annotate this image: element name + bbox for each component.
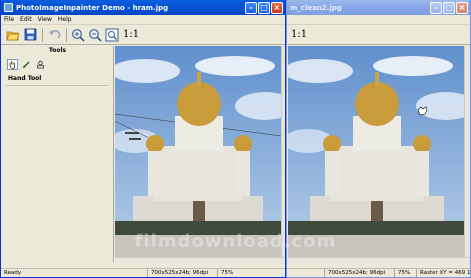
save-disk-icon[interactable]: [22, 27, 38, 43]
maximize-button[interactable]: □: [258, 1, 270, 14]
minimize-button[interactable]: –: [245, 1, 257, 14]
status-bar: Ready 700x525x24b; 96dpi 75%: [1, 268, 285, 277]
zoom-out-icon[interactable]: [87, 27, 103, 43]
close-button[interactable]: ×: [456, 1, 468, 14]
horizontal-scrollbar[interactable]: [288, 257, 470, 263]
tools-panel: Tools Hand Tool: [2, 46, 114, 262]
menu-view[interactable]: View: [38, 16, 52, 23]
menubar: File Edit View Help: [1, 15, 285, 25]
source-image-canvas[interactable]: [115, 46, 281, 257]
pencil-tool-icon[interactable]: [21, 59, 32, 70]
active-tool-name: Hand Tool: [8, 75, 42, 82]
close-button[interactable]: ×: [271, 1, 283, 14]
menu-file[interactable]: File: [4, 16, 14, 23]
toolbar-separator: [42, 27, 43, 42]
status-empty: [287, 269, 324, 277]
toolbar-separator: [66, 27, 67, 42]
result-window-titlebar[interactable]: m_clean2.jpg – □ ×: [287, 0, 470, 15]
zoom-in-icon[interactable]: [70, 27, 86, 43]
menu-help[interactable]: Help: [58, 16, 72, 23]
actual-size-button[interactable]: 1:1: [291, 29, 307, 40]
result-image-canvas[interactable]: [288, 46, 464, 257]
horizontal-scrollbar[interactable]: [115, 257, 285, 263]
panel-divider: [6, 85, 109, 86]
toolbar: 1:1: [287, 25, 470, 45]
actual-size-button[interactable]: 1:1: [123, 29, 139, 40]
result-window-title: m_clean2.jpg: [290, 3, 342, 12]
status-image-info: 700x525x24b; 96dpi: [147, 269, 217, 277]
app-icon: [4, 3, 13, 12]
undo-icon[interactable]: [46, 27, 62, 43]
menu-edit[interactable]: Edit: [20, 16, 32, 23]
cathedral-photo-cleaned: [288, 46, 464, 257]
main-window: PhotoImageInpainter Demo - hram.jpg – □ …: [0, 0, 286, 278]
minimize-button[interactable]: –: [430, 1, 442, 14]
stamp-tool-icon[interactable]: [35, 59, 46, 70]
cathedral-photo: [115, 46, 281, 257]
status-zoom: 75%: [217, 269, 285, 277]
vertical-scrollbar[interactable]: [464, 46, 470, 257]
status-ready: Ready: [4, 270, 22, 276]
status-raster-xy: Raster XY = 469 11: [416, 269, 470, 277]
status-image-info: 700x525x24b; 96dpi: [324, 269, 394, 277]
tools-row: [2, 57, 113, 71]
main-window-titlebar[interactable]: PhotoImageInpainter Demo - hram.jpg – □ …: [1, 0, 285, 15]
hand-tool-icon[interactable]: [7, 58, 18, 70]
status-zoom: 75%: [394, 269, 416, 277]
fit-window-icon[interactable]: [104, 27, 120, 43]
window-title: PhotoImageInpainter Demo - hram.jpg: [16, 3, 169, 12]
toolbar: 1:1: [1, 25, 285, 45]
tools-panel-title: Tools: [48, 47, 67, 54]
maximize-button[interactable]: □: [443, 1, 455, 14]
status-bar: 700x525x24b; 96dpi 75% Raster XY = 469 1…: [287, 268, 470, 277]
menubar-placeholder: [287, 15, 470, 25]
result-window: m_clean2.jpg – □ × 1:1 700x525x24b; 96dp…: [286, 0, 471, 278]
open-folder-icon[interactable]: [5, 27, 21, 43]
